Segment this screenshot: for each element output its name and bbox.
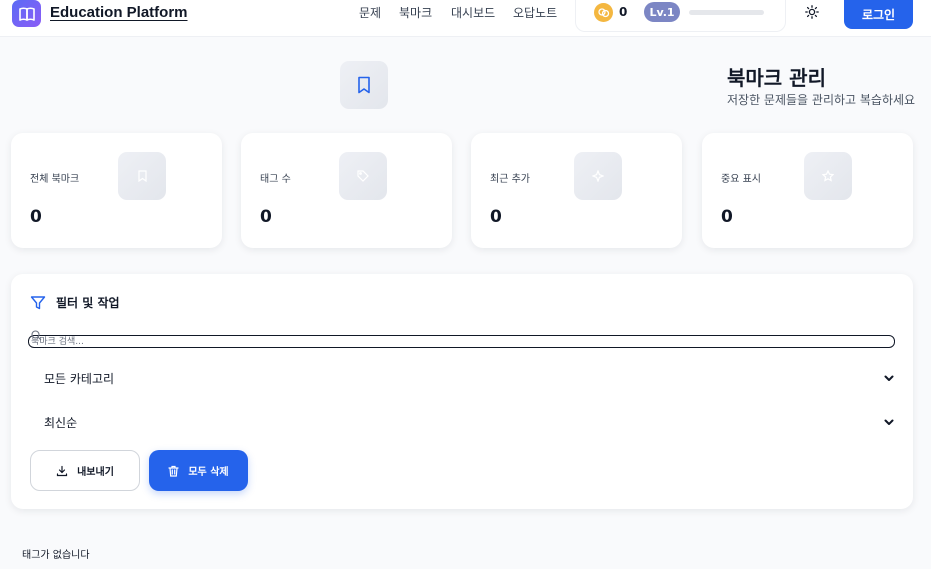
stat-value: 0	[30, 207, 42, 227]
page-subtitle: 저장한 문제들을 관리하고 복습하세요	[727, 93, 916, 107]
brand-name[interactable]: Education Platform	[50, 4, 188, 21]
page-title: 북마크 관리	[727, 66, 826, 90]
coin-icon	[594, 3, 613, 22]
star-icon	[804, 152, 852, 200]
filter-panel: 필터 및 작업 모든 카테고리 최신순 내보내기 모두 삭제	[11, 274, 913, 509]
stat-value: 0	[490, 207, 502, 227]
category-select-value: 모든 카테고리	[44, 372, 115, 386]
stat-label: 전체 북마크	[30, 174, 80, 185]
nav-problems[interactable]: 문제	[359, 4, 381, 21]
stat-label: 최근 추가	[490, 174, 530, 185]
sparkle-icon	[574, 152, 622, 200]
delete-all-button-label: 모두 삭제	[188, 467, 229, 478]
theme-toggle-sun-icon[interactable]	[800, 1, 824, 23]
user-stats-pill: 0 Lv.1	[575, 0, 786, 32]
stat-value: 0	[260, 207, 272, 227]
delete-all-button[interactable]: 모두 삭제	[149, 450, 248, 491]
stat-card-important: 중요 표시 0	[702, 133, 913, 248]
stat-card-tag-count: 태그 수 0	[241, 133, 452, 248]
login-button[interactable]: 로그인	[844, 0, 913, 29]
nav-wrong-notes[interactable]: 오답노트	[513, 4, 557, 21]
trash-icon	[168, 465, 179, 477]
stat-value: 0	[721, 207, 733, 227]
stat-label: 태그 수	[260, 174, 291, 185]
coin-count: 0	[619, 5, 628, 19]
nav-dashboard[interactable]: 대시보드	[451, 4, 495, 21]
export-button[interactable]: 내보내기	[30, 450, 140, 491]
logo-book-icon[interactable]	[12, 0, 41, 27]
stat-label: 중요 표시	[721, 174, 761, 185]
empty-tags-message: 태그가 없습니다	[22, 550, 90, 561]
xp-progress-bar	[689, 10, 764, 15]
bookmark-icon	[118, 152, 166, 200]
sort-select-value: 최신순	[44, 416, 78, 430]
category-select[interactable]: 모든 카테고리	[28, 359, 896, 397]
search-input[interactable]	[28, 335, 895, 348]
nav-bookmarks[interactable]: 북마크	[399, 4, 432, 21]
filter-icon	[30, 296, 46, 310]
top-header: Education Platform 문제 북마크 대시보드 오답노트 0 Lv…	[0, 0, 931, 37]
export-button-label: 내보내기	[77, 467, 114, 478]
hero-bookmark-icon	[340, 61, 388, 109]
sort-select[interactable]: 최신순	[28, 403, 896, 441]
search-icon	[31, 330, 42, 341]
panel-title: 필터 및 작업	[56, 296, 120, 310]
chevron-down-icon	[884, 375, 894, 381]
level-badge: Lv.1	[644, 2, 680, 22]
stat-card-total-bookmarks: 전체 북마크 0	[11, 133, 222, 248]
download-icon	[56, 465, 68, 476]
stat-card-recent: 최근 추가 0	[471, 133, 682, 248]
chevron-down-icon	[884, 419, 894, 425]
tag-icon	[339, 152, 387, 200]
